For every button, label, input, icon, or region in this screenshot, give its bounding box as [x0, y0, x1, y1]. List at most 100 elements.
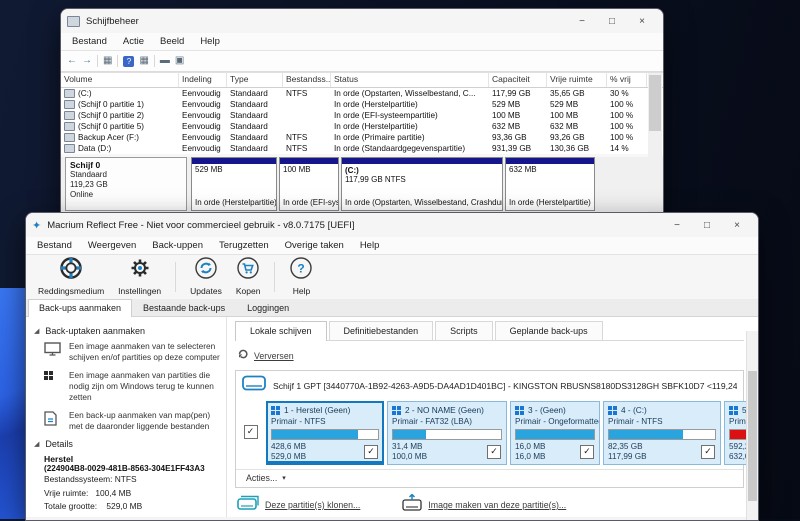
dm-table-header: Volume Indeling Type Bestandss... Status… — [61, 72, 663, 88]
dm-menu-actie[interactable]: Actie — [116, 33, 151, 50]
partition-color-band — [342, 158, 502, 165]
tab-loggingen[interactable]: Loggingen — [236, 299, 300, 316]
partition-checkbox[interactable]: ✓ — [580, 445, 594, 459]
mr-menu-bestand[interactable]: Bestand — [30, 237, 79, 254]
partition-card-1-herstel[interactable]: 1 - Herstel (Geen) Primair - NTFS 428,6 … — [266, 401, 384, 465]
table-row[interactable]: (C:) EenvoudigStandaard NTFSIn orde (Ops… — [61, 88, 663, 99]
tab-lokale-schijven[interactable]: Lokale schijven — [235, 321, 327, 341]
table-row[interactable]: Backup Acer (F:) EenvoudigStandaard NTFS… — [61, 132, 663, 143]
shopping-cart-icon — [236, 256, 260, 285]
disk1-select-checkbox[interactable]: ✓ — [244, 425, 258, 439]
col-indeling[interactable]: Indeling — [179, 73, 227, 87]
list-view-icon[interactable]: ▦ — [103, 55, 112, 67]
partition-card-4-c[interactable]: 4 - (C:) Primair - NTFS 82,35 GB117,99 G… — [603, 401, 721, 465]
dm-titlebar[interactable]: Schijfbeheer − □ × — [61, 9, 663, 33]
tab-bestaande-backups[interactable]: Bestaande back-ups — [132, 299, 236, 316]
toolbar-separator — [97, 55, 98, 67]
properties-icon[interactable]: ▬ — [160, 55, 170, 67]
dm-scrollbar[interactable] — [648, 73, 662, 217]
dm-menu-help[interactable]: Help — [193, 33, 227, 50]
col-vrije-ruimte[interactable]: Vrije ruimte — [547, 73, 607, 87]
svg-text:?: ? — [298, 262, 305, 276]
partition-checkbox[interactable]: ✓ — [487, 445, 501, 459]
mr-menu-overige-taken[interactable]: Overige taken — [278, 237, 351, 254]
table-row[interactable]: (Schijf 0 partitie 1) EenvoudigStandaard… — [61, 99, 663, 110]
rescue-media-button[interactable]: Reddingsmedium — [38, 256, 104, 296]
dm-close-button[interactable]: × — [627, 10, 657, 32]
buy-button[interactable]: Kopen — [236, 256, 261, 296]
windows-logo-icon — [44, 370, 62, 380]
disk0-partition-c[interactable]: (C:) 117,99 GB NTFS In orde (Opstarten, … — [341, 157, 503, 211]
mr-scrollbar[interactable] — [746, 331, 758, 520]
details-start-sector: Startsector: 2.048 — [44, 514, 220, 518]
col-volume[interactable]: Volume — [61, 73, 179, 87]
disk0-label[interactable]: Schijf 0 Standaard 119,23 GB Online — [65, 157, 187, 211]
col-pct-vrij[interactable]: % vrij — [607, 73, 647, 87]
partition-card-3[interactable]: 3 - (Geen) Primair - Ongeformatteerd 16,… — [510, 401, 600, 465]
mr-window-tabs: Back-ups aanmaken Bestaande back-ups Log… — [26, 299, 758, 317]
col-type[interactable]: Type — [227, 73, 283, 87]
dm-menubar: Bestand Actie Beeld Help — [61, 33, 663, 51]
mr-menubar: Bestand Weergeven Back-uppen Terugzetten… — [26, 237, 758, 255]
mr-close-button[interactable]: × — [722, 214, 752, 236]
task-image-selected-disks[interactable]: Een image aanmaken van te selecteren sch… — [44, 341, 220, 363]
clone-partitions-link[interactable]: Deze partitie(s) klonen... — [237, 495, 360, 516]
table-row[interactable]: (Schijf 0 partitie 5) EenvoudigStandaard… — [61, 121, 663, 132]
settings-button[interactable]: Instellingen — [118, 256, 161, 296]
refresh-link[interactable]: Verversen — [237, 347, 744, 365]
mr-scrollbar-thumb[interactable] — [748, 371, 757, 501]
expander-icon[interactable]: ◢ — [34, 327, 39, 335]
console-icon[interactable]: ▣ — [175, 55, 184, 67]
dm-menu-bestand[interactable]: Bestand — [65, 33, 114, 50]
image-partitions-link[interactable]: Image maken van deze partitie(s)... — [402, 494, 566, 516]
table-row[interactable]: (Schijf 0 partitie 2) EenvoudigStandaard… — [61, 110, 663, 121]
mr-menu-weergeven[interactable]: Weergeven — [81, 237, 143, 254]
disk0-partition-2[interactable]: 100 MB In orde (EFI-systee — [279, 157, 339, 211]
disk0-partition-1[interactable]: 529 MB In orde (Herstelpartitie) — [191, 157, 277, 211]
sidebar-section-details[interactable]: ◢ Details — [34, 439, 220, 449]
back-icon[interactable]: ← — [67, 55, 77, 67]
mr-menu-help[interactable]: Help — [353, 237, 387, 254]
dm-minimize-button[interactable]: − — [567, 10, 597, 32]
disk-action-links: Deze partitie(s) klonen... Image maken v… — [237, 494, 744, 516]
sidebar-section-create[interactable]: ◢ Back-uptaken aanmaken — [34, 326, 220, 336]
image-disk-icon — [402, 494, 422, 516]
windows-logo-icon — [608, 406, 617, 415]
partition-card-2-noname[interactable]: 2 - NO NAME (Geen) Primair - FAT32 (LBA)… — [387, 401, 507, 465]
tab-geplande-backups[interactable]: Geplande back-ups — [495, 321, 603, 340]
mr-titlebar[interactable]: ✦ Macrium Reflect Free - Niet voor comme… — [26, 213, 758, 237]
forward-icon[interactable]: → — [82, 55, 92, 67]
updates-button[interactable]: Updates — [190, 256, 222, 296]
dm-menu-beeld[interactable]: Beeld — [153, 33, 191, 50]
partition-color-band — [192, 158, 276, 165]
windows-logo-icon — [729, 406, 738, 415]
table-row[interactable]: Data (D:) EenvoudigStandaard NTFSIn orde… — [61, 143, 663, 154]
mr-sidebar: ◢ Back-uptaken aanmaken Een image aanmak… — [26, 317, 227, 517]
help-button[interactable]: ? Help — [289, 256, 313, 296]
col-bestandssysteem[interactable]: Bestandss... — [283, 73, 331, 87]
tab-scripts[interactable]: Scripts — [435, 321, 493, 340]
dm-scrollbar-thumb[interactable] — [649, 75, 661, 131]
mr-menu-terugzetten[interactable]: Terugzetten — [212, 237, 276, 254]
disk0-partition-4[interactable]: 632 MB In orde (Herstelpartitie) — [505, 157, 595, 211]
mr-minimize-button[interactable]: − — [662, 214, 692, 236]
dm-maximize-button[interactable]: □ — [597, 10, 627, 32]
mr-main-area: Lokale schijven Definitiebestanden Scrip… — [227, 317, 758, 517]
windows-logo-icon — [392, 406, 401, 415]
col-status[interactable]: Status — [331, 73, 489, 87]
tab-backups-aanmaken[interactable]: Back-ups aanmaken — [28, 299, 132, 317]
partition-checkbox[interactable]: ✓ — [701, 445, 715, 459]
volume-icon — [64, 133, 75, 142]
disk-icon — [242, 375, 266, 397]
help-icon[interactable]: ? — [123, 56, 134, 67]
expander-icon[interactable]: ◢ — [34, 440, 39, 448]
acties-dropdown[interactable]: Acties... ▾ — [236, 469, 743, 487]
col-capaciteit[interactable]: Capaciteit — [489, 73, 547, 87]
task-image-windows-partitions[interactable]: Een image aanmaken van partities die nod… — [44, 370, 220, 403]
mr-menu-backuppen[interactable]: Back-uppen — [145, 237, 210, 254]
tab-definitiebestanden[interactable]: Definitiebestanden — [329, 321, 434, 340]
mr-maximize-button[interactable]: □ — [692, 214, 722, 236]
partition-checkbox[interactable]: ✓ — [364, 445, 378, 459]
task-backup-folders[interactable]: Een back-up aanmaken van map(pen) met de… — [44, 410, 220, 432]
graphic-view-icon[interactable]: ▦ — [139, 55, 148, 67]
